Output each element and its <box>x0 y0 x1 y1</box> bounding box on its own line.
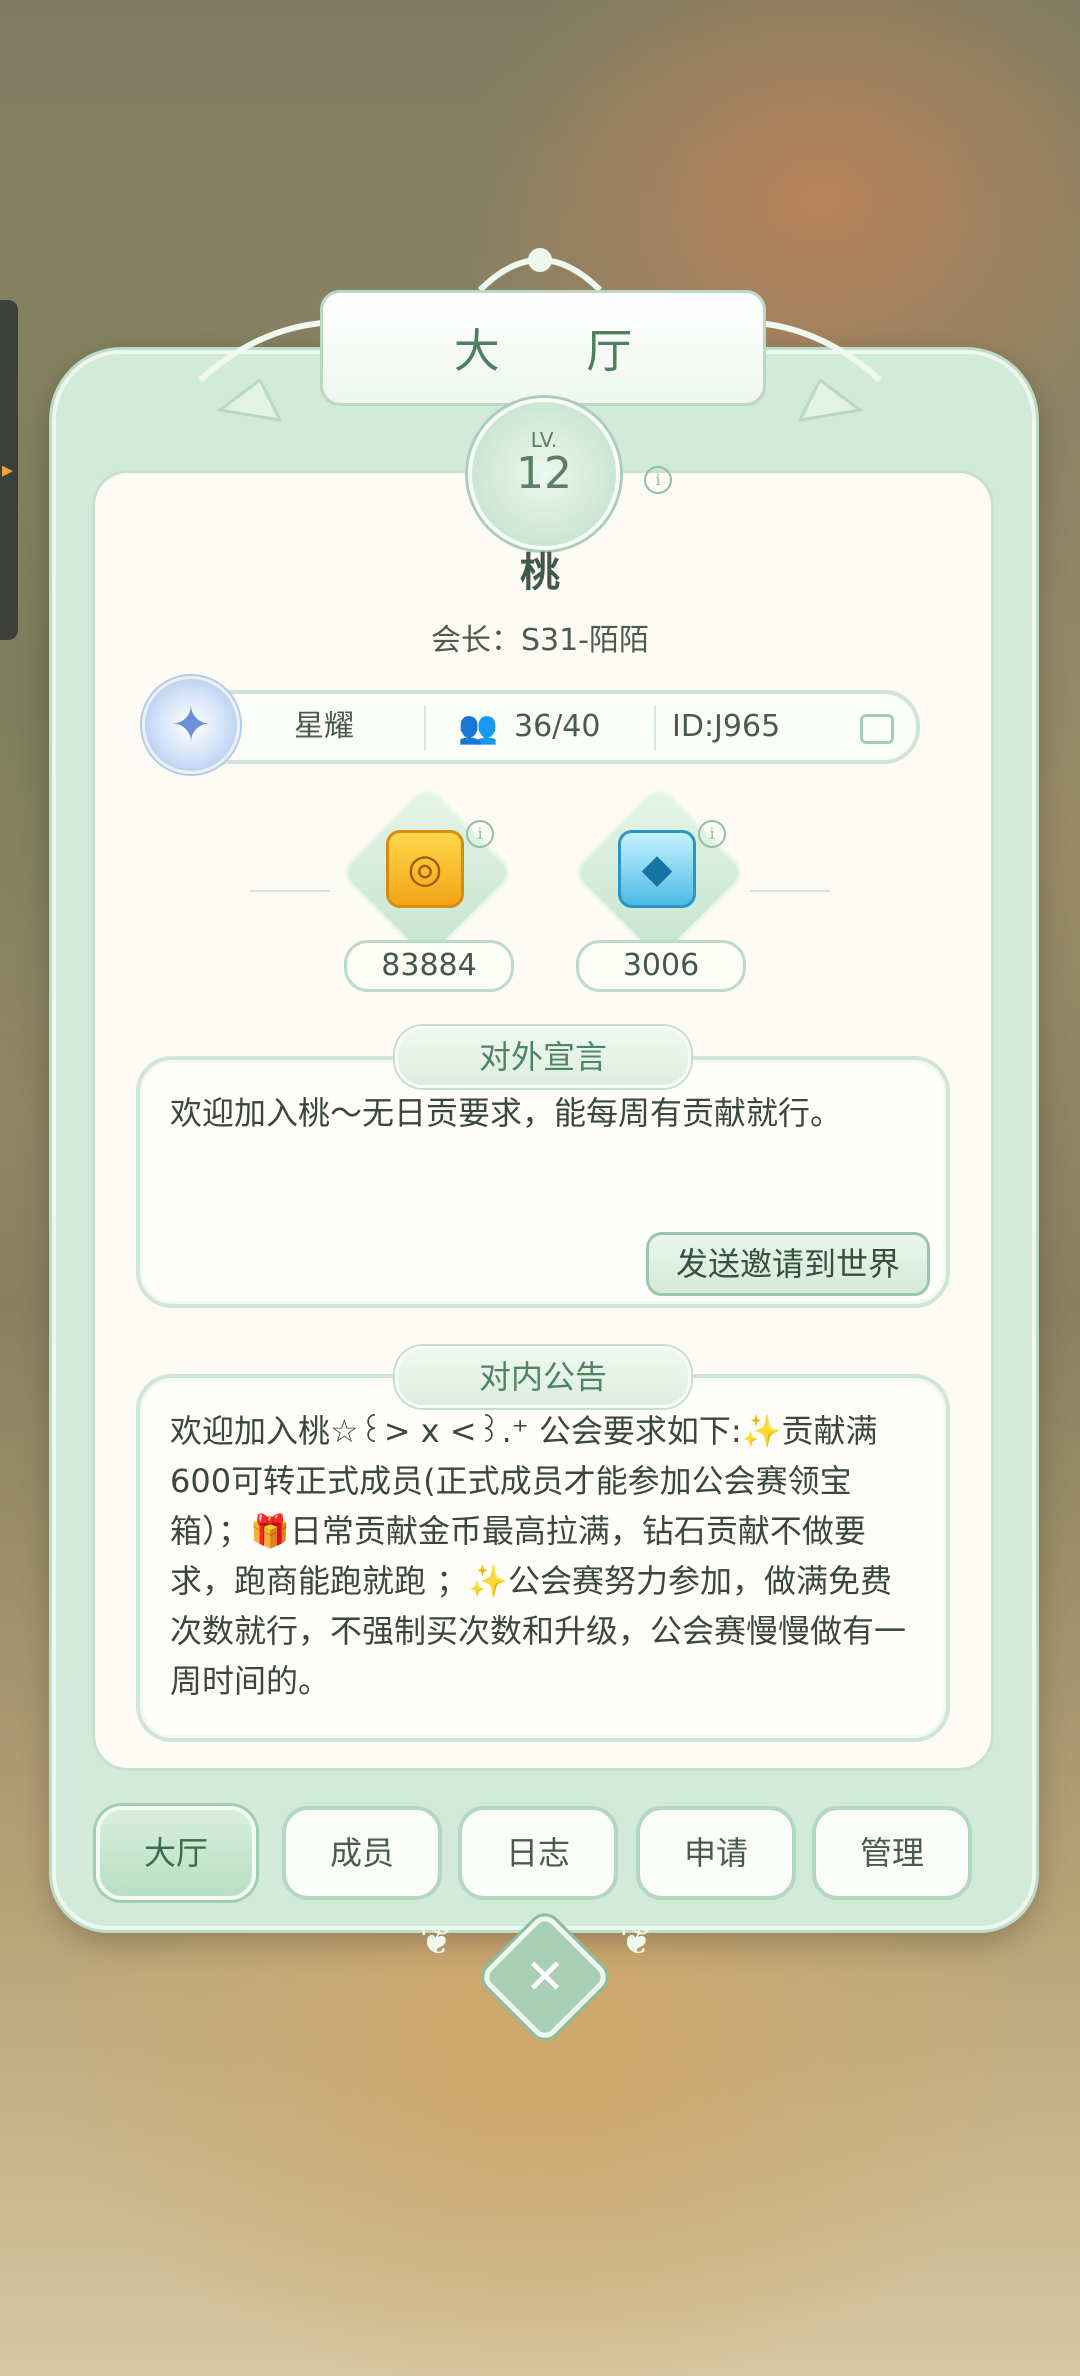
coin-value: 83884 <box>344 940 514 992</box>
tab-members[interactable]: 成员 <box>282 1806 442 1900</box>
internal-notice-box: 欢迎加入桃☆꒰> x <꒱.⁺ 公会要求如下:✨贡献满600可转正式成员(正式成… <box>136 1374 950 1742</box>
tab-applications[interactable]: 申请 <box>636 1806 796 1900</box>
guild-id: ID:J965 <box>672 709 781 744</box>
external-declaration-title: 对外宣言 <box>395 1026 691 1088</box>
coin-info-icon[interactable]: i <box>466 820 494 848</box>
guild-level-badge: LV. 12 <box>468 398 620 550</box>
level-value: 12 <box>516 448 572 499</box>
divider <box>750 890 830 892</box>
rank-emblem-icon: ✦ <box>142 676 240 774</box>
tab-log[interactable]: 日志 <box>458 1806 618 1900</box>
coin-resource: ◎ 83884 <box>334 783 517 992</box>
side-drawer-tab[interactable]: ▸ <box>0 300 18 640</box>
level-info-icon[interactable]: i <box>644 466 672 494</box>
guild-stats-bar: 星耀 👥 36/40 ID:J965 <box>180 690 920 764</box>
guild-leader: 会长：S31-陌陌 <box>430 623 650 658</box>
chevron-right-icon: ▸ <box>2 458 14 483</box>
members-icon: 👥 <box>458 708 498 746</box>
rank-label: 星耀 <box>294 709 354 744</box>
guild-name: 桃 <box>520 550 560 596</box>
send-invite-button[interactable]: 发送邀请到世界 <box>646 1232 930 1296</box>
coin-icon: ◎ <box>386 830 464 908</box>
divider <box>654 706 656 750</box>
tab-manage[interactable]: 管理 <box>812 1806 972 1900</box>
divider <box>250 890 330 892</box>
tab-hall[interactable]: 大厅 <box>96 1806 256 1900</box>
internal-notice-title: 对内公告 <box>395 1346 691 1408</box>
title-banner: 大 厅 <box>320 290 766 406</box>
internal-notice-text: 欢迎加入桃☆꒰> x <꒱.⁺ 公会要求如下:✨贡献满600可转正式成员(正式成… <box>170 1412 907 1700</box>
wing-ornament-icon: ❦ <box>420 1918 454 1964</box>
gem-resource: ◆ 3006 <box>566 783 749 992</box>
close-icon[interactable]: ✕ <box>498 1930 592 2024</box>
gem-icon: ◆ <box>618 830 696 908</box>
member-count: 36/40 <box>514 709 601 744</box>
gem-info-icon[interactable]: i <box>698 820 726 848</box>
gem-value: 3006 <box>576 940 746 992</box>
external-declaration-text: 欢迎加入桃～无日贡要求，能每周有贡献就行。 <box>170 1094 843 1132</box>
wing-ornament-icon: ❦ <box>620 1918 654 1964</box>
divider <box>424 706 426 750</box>
copy-icon[interactable] <box>860 714 894 744</box>
bottom-tabs: 大厅 成员 日志 申请 管理 <box>96 1806 976 1900</box>
page-title: 大 厅 <box>453 324 669 378</box>
